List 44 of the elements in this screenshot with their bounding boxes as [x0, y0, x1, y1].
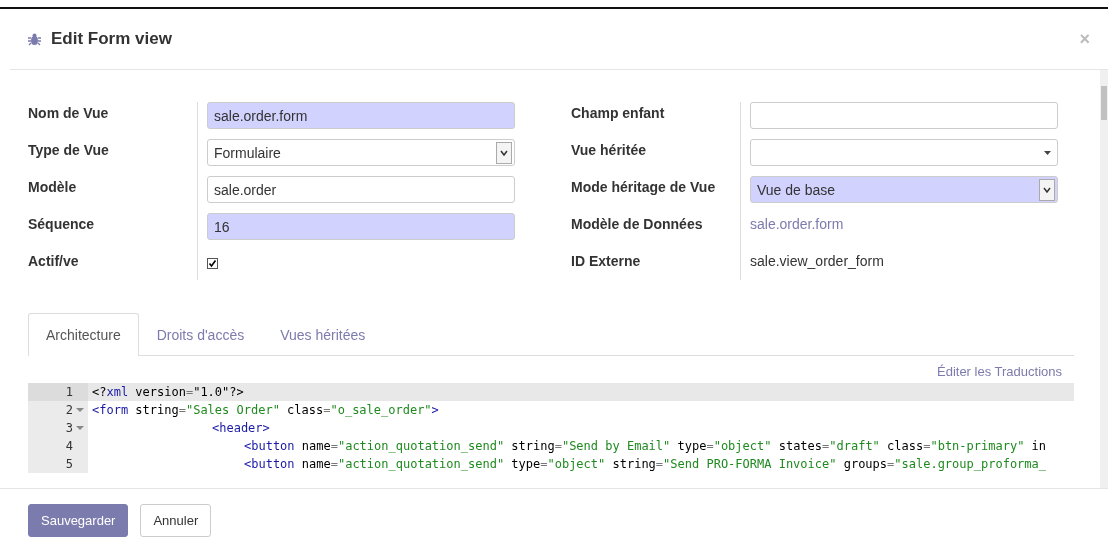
text-field[interactable]: 16: [207, 213, 515, 240]
line-number: 2: [28, 401, 88, 419]
text-field[interactable]: sale.order.form: [207, 102, 515, 129]
text-field[interactable]: [750, 102, 1058, 129]
field-label: Vue héritée: [571, 141, 647, 160]
code-line: <form string="Sales Order" class="o_sale_order">: [91, 403, 439, 417]
translations-link[interactable]: Éditer les Traductions: [937, 364, 1062, 379]
line-number: 3: [28, 419, 88, 437]
scrollbar[interactable]: [1100, 70, 1108, 488]
code-line: <button name="action_quotation_send" string="Send by Email" type="object" states="draft" class="btn-primary" in: [243, 439, 1047, 453]
select-field[interactable]: Formulaire: [207, 139, 515, 166]
field-label: Actif/ve: [28, 252, 80, 271]
field-label: Mode héritage de Vue: [571, 178, 717, 197]
save-button[interactable]: Sauvegarder: [28, 503, 129, 537]
line-number: 4: [28, 437, 88, 455]
code-line: <?xml version="1.0"?>: [91, 385, 244, 399]
record-link[interactable]: sale.order.form: [750, 213, 844, 232]
field-label: Champ enfant: [571, 104, 666, 123]
field-label: Modèle de Données: [571, 215, 704, 234]
tab[interactable]: Architecture: [28, 313, 139, 356]
bug-icon: [28, 32, 41, 46]
field-label: Modèle: [28, 178, 78, 197]
dropdown-field[interactable]: [750, 139, 1058, 166]
fold-icon[interactable]: [76, 407, 84, 413]
field-label: Nom de Vue: [28, 104, 110, 123]
field-value: sale.view_order_form: [750, 252, 884, 269]
line-number: 1: [28, 383, 88, 401]
caret-icon: [1043, 186, 1051, 193]
code-line: <header>: [211, 421, 270, 435]
checkbox[interactable]: [207, 258, 218, 269]
field-label: ID Externe: [571, 252, 642, 271]
tab[interactable]: Vues héritées: [262, 313, 384, 356]
line-number: 5: [28, 455, 88, 473]
caret-icon: [500, 149, 508, 156]
caret-icon: [1044, 150, 1051, 155]
fold-icon[interactable]: [76, 425, 84, 431]
cancel-button[interactable]: Annuler: [140, 503, 212, 537]
text-field[interactable]: sale.order: [207, 176, 515, 203]
code-line: <button name="action_quotation_send" type="object" string="Send PRO-FORMA Invoice" groups="sale.group_proforma_: [243, 457, 1046, 471]
dialog-title: Edit Form view: [51, 29, 173, 49]
field-label: Séquence: [28, 215, 96, 234]
select-field[interactable]: Vue de base: [750, 176, 1058, 203]
field-label: Type de Vue: [28, 141, 110, 160]
tab[interactable]: Droits d'accès: [138, 313, 263, 356]
